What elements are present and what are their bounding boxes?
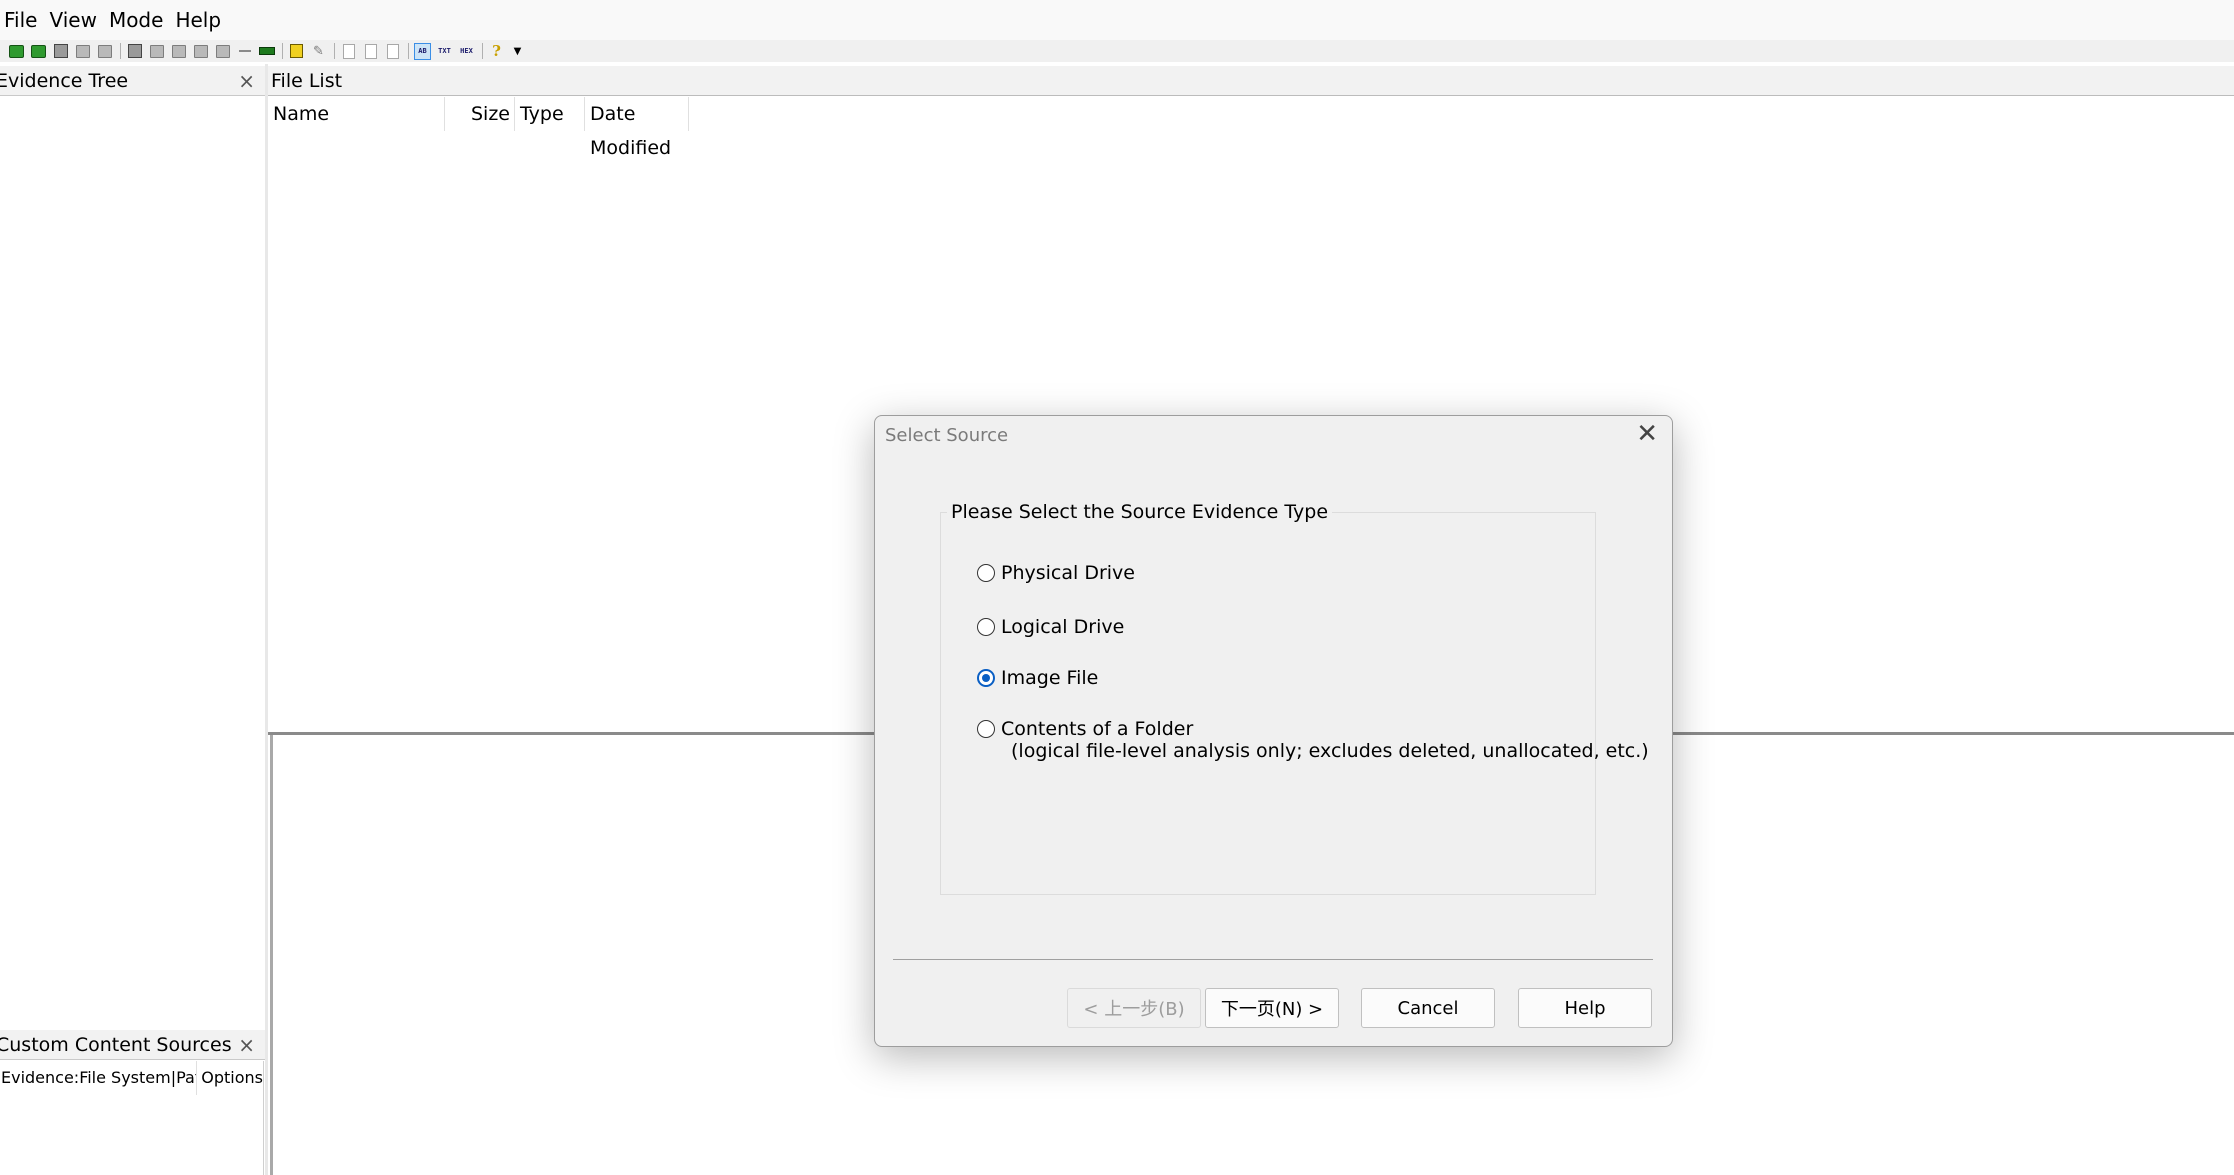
remove-evidence-icon[interactable] — [74, 43, 91, 60]
verify-icon[interactable] — [192, 43, 209, 60]
toolbar-separator — [334, 43, 335, 59]
export-icon[interactable] — [148, 43, 165, 60]
new-document-icon[interactable] — [340, 43, 357, 60]
toolbar-separator — [482, 43, 483, 59]
radio-physical-drive[interactable]: Physical Drive — [977, 562, 1135, 584]
custom-content-sources-title: Custom Content Sources — [0, 1034, 232, 1056]
radio-label: Contents of a Folder — [1001, 718, 1194, 740]
close-icon[interactable]: × — [238, 1030, 255, 1060]
menu-bar: File View Mode Help — [0, 0, 2234, 40]
create-image-icon[interactable] — [126, 43, 143, 60]
evidence-tree-title: Evidence Tree — [0, 70, 129, 92]
add-all-evidence-icon[interactable] — [30, 43, 47, 60]
help-button[interactable]: Help — [1518, 988, 1652, 1028]
radio-contents-of-folder[interactable]: Contents of a Folder — [977, 718, 1193, 740]
auto-view-icon[interactable]: AB — [414, 42, 431, 60]
help-icon[interactable]: ? — [488, 42, 505, 60]
dialog-divider — [893, 959, 1653, 960]
remove-all-evidence-icon[interactable] — [96, 43, 113, 60]
evidence-tree[interactable] — [0, 96, 265, 714]
radio-logical-drive[interactable]: Logical Drive — [977, 616, 1124, 638]
back-button[interactable]: < 上一步(B) — [1067, 988, 1201, 1028]
column-evidence[interactable]: Evidence:File System|Path|... — [0, 1061, 198, 1095]
column-date-modified[interactable]: Date Modified — [585, 97, 689, 159]
vertical-splitter[interactable] — [265, 64, 268, 1175]
toolbar-separator — [120, 43, 121, 59]
folder-note: (logical file-level analysis only; exclu… — [1011, 740, 1649, 762]
radio-icon[interactable] — [977, 618, 995, 636]
menu-file[interactable]: File — [0, 0, 43, 40]
radio-icon[interactable] — [977, 564, 995, 582]
image-mount-icon[interactable] — [52, 43, 69, 60]
custom-content-sources-list[interactable]: Evidence:File System|Path|... Options — [0, 1061, 264, 1175]
close-icon[interactable]: ✕ — [1636, 419, 1658, 449]
column-type[interactable]: Type — [515, 97, 585, 131]
file-list-header: File List — [268, 66, 2234, 96]
radio-label: Physical Drive — [1001, 562, 1135, 584]
add-evidence-icon[interactable] — [8, 43, 25, 60]
radio-icon[interactable] — [977, 720, 995, 738]
close-icon[interactable]: × — [238, 66, 255, 96]
hex-view-icon[interactable]: HEX — [458, 43, 475, 60]
menu-view[interactable]: View — [43, 0, 102, 40]
text-view-icon[interactable]: TXT — [436, 43, 453, 60]
radio-label: Logical Drive — [1001, 616, 1125, 638]
decrypt-icon[interactable]: ✎ — [310, 43, 327, 60]
column-name[interactable]: Name — [268, 97, 445, 131]
cancel-button[interactable]: Cancel — [1361, 988, 1495, 1028]
verify-drive-icon[interactable] — [214, 43, 231, 60]
group-title: Please Select the Source Evidence Type — [947, 500, 1333, 524]
column-options[interactable]: Options — [197, 1061, 263, 1095]
file-list-title: File List — [271, 70, 343, 92]
menu-mode[interactable]: Mode — [103, 0, 170, 40]
toolbar-separator — [408, 43, 409, 59]
export-files-icon[interactable] — [170, 43, 187, 60]
dialog-title: Select Source — [885, 425, 1009, 446]
document-icon[interactable] — [362, 43, 379, 60]
select-source-dialog: Select Source ✕ Please Select the Source… — [874, 415, 1673, 1047]
next-button[interactable]: 下一页(N) > — [1205, 988, 1339, 1028]
obtain-protected-files-icon[interactable] — [258, 43, 275, 60]
column-size[interactable]: Size — [445, 97, 515, 131]
radio-label: Image File — [1001, 667, 1099, 689]
file-list-column-headers: Name Size Type Date Modified — [268, 97, 689, 159]
document-list-icon[interactable] — [384, 43, 401, 60]
radio-image-file[interactable]: Image File — [977, 667, 1098, 689]
radio-checked-icon[interactable] — [977, 669, 995, 687]
custom-content-sources-header: Custom Content Sources × — [0, 1030, 265, 1060]
detect-encryption-icon[interactable] — [288, 43, 305, 60]
toolbar-dropdown-icon[interactable]: ▼ — [510, 43, 527, 60]
toolbar-separator — [282, 43, 283, 59]
capture-memory-icon[interactable] — [236, 43, 253, 60]
menu-help[interactable]: Help — [169, 0, 227, 40]
evidence-tree-header: Evidence Tree × — [0, 66, 265, 96]
toolbar: ✎ AB TXT HEX ? ▼ — [0, 40, 2234, 62]
